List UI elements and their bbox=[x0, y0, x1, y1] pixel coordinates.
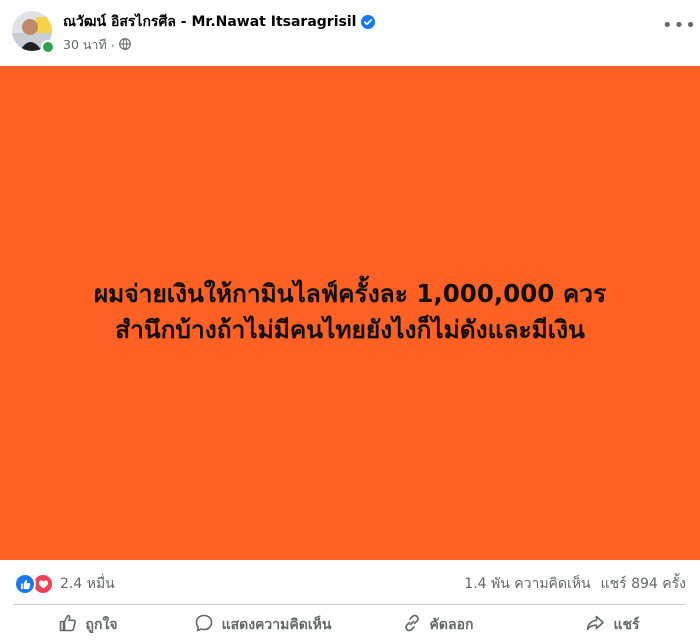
like-button-label: ถูกใจ bbox=[85, 617, 118, 633]
actions-divider bbox=[14, 604, 686, 605]
thumbs-up-icon bbox=[58, 613, 78, 637]
comment-bubble-icon bbox=[194, 613, 214, 637]
comments-count-link[interactable]: 1.4 พัน ความคิดเห็น bbox=[464, 573, 590, 595]
meta-separator: · bbox=[110, 37, 115, 53]
link-icon bbox=[402, 613, 422, 637]
post-header: ณวัฒน์ อิสรไกรศีล - Mr.Nawat Itsaragrisi… bbox=[0, 0, 700, 66]
verified-badge-icon bbox=[361, 15, 376, 29]
post-time[interactable]: 30 นาที bbox=[63, 35, 107, 55]
share-button[interactable]: แชร์ bbox=[525, 606, 700, 644]
comment-button-label: แสดงความคิดเห็น bbox=[221, 617, 332, 633]
post-text: ผมจ่ายเงินให้กามินไลฟ์ครั้งละ 1,000,000 … bbox=[20, 276, 680, 348]
comment-share-counts: 1.4 พัน ความคิดเห็น แชร์ 894 ครั้ง bbox=[464, 573, 686, 595]
shares-count-link[interactable]: แชร์ 894 ครั้ง bbox=[601, 573, 686, 595]
copy-button-label: คัดลอก bbox=[429, 617, 474, 633]
copy-button[interactable]: คัดลอก bbox=[350, 606, 525, 644]
more-options-icon[interactable]: ••• bbox=[662, 17, 696, 35]
post-text-line-1: ผมจ่ายเงินให้กามินไลฟ์ครั้งละ 1,000,000 … bbox=[93, 279, 607, 308]
online-status-dot bbox=[41, 40, 55, 54]
post-text-line-2: สำนึกบ้างถ้าไม่มีคนไทยยังไงก็ไม่ดังและมี… bbox=[115, 315, 585, 344]
share-button-label: แชร์ bbox=[613, 617, 640, 633]
post-actions-bar: ถูกใจ แสดงความคิดเห็น คัดลอก แชร์ bbox=[0, 606, 700, 644]
author-name-row: ณวัฒน์ อิสรไกรศีล - Mr.Nawat Itsaragrisi… bbox=[63, 11, 376, 33]
post-meta: 30 นาที · bbox=[63, 35, 131, 55]
reactions-summary[interactable]: 2.4 หมื่น bbox=[14, 573, 115, 595]
comment-button[interactable]: แสดงความคิดเห็น bbox=[175, 606, 350, 644]
author-name[interactable]: ณวัฒน์ อิสรไกรศีล - Mr.Nawat Itsaragrisi… bbox=[63, 11, 356, 33]
like-reaction-icon bbox=[14, 573, 36, 595]
reaction-count: 2.4 หมื่น bbox=[60, 576, 115, 592]
share-arrow-icon bbox=[585, 613, 605, 637]
like-button[interactable]: ถูกใจ bbox=[0, 606, 175, 644]
engagement-counts: 2.4 หมื่น 1.4 พัน ความคิดเห็น แชร์ 894 ค… bbox=[0, 560, 700, 604]
globe-icon bbox=[118, 37, 131, 53]
